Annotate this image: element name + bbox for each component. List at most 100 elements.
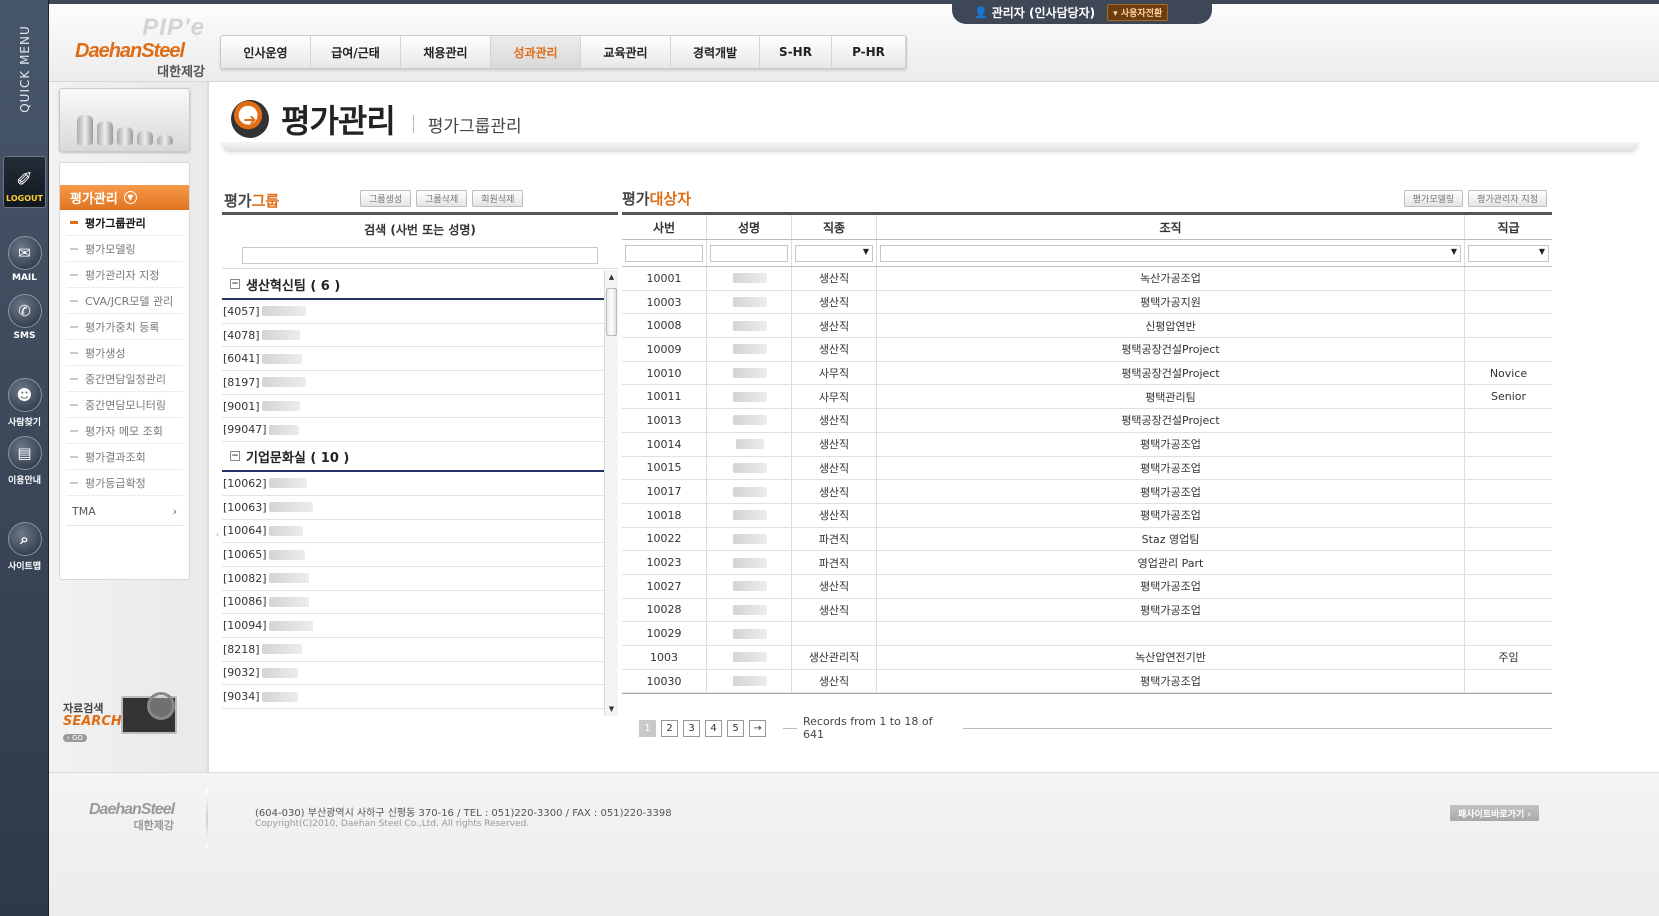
lnb-item[interactable]: CVA/JCR모델 관리: [66, 288, 183, 314]
group-member-item[interactable]: [6041]: [222, 347, 604, 372]
collapse-icon[interactable]: −: [230, 451, 240, 462]
group-member-item[interactable]: [4078]: [222, 324, 604, 348]
lnb-item[interactable]: 평가생성: [66, 340, 183, 366]
group-member-item[interactable]: [8197]: [222, 371, 604, 395]
group-member-item[interactable]: [10062]: [222, 472, 604, 496]
group-member-item[interactable]: [10063]: [222, 496, 604, 520]
filter-org-select[interactable]: [880, 244, 1461, 262]
group-member-item[interactable]: [10094]: [222, 614, 604, 638]
lnb-item[interactable]: 평가모델링: [66, 236, 183, 262]
family-site-button[interactable]: 패사이트바로가기 ›: [1450, 805, 1540, 821]
table-row[interactable]: 10028 생산직 평택가공조업: [622, 598, 1552, 623]
group-action-button[interactable]: 그룹삭제: [416, 190, 468, 207]
group-member-item[interactable]: [9001]: [222, 395, 604, 419]
table-row[interactable]: 10009 생산직 평택공장건설Project: [622, 338, 1552, 362]
gnb-item[interactable]: 경력개발: [671, 36, 760, 68]
table-row[interactable]: 10008 생산직 신평압연반: [622, 314, 1552, 339]
lnb-item-label: 평가가중치 등록: [85, 320, 160, 334]
group-member-item[interactable]: [10064]: [222, 520, 604, 544]
filter-id-input[interactable]: [625, 244, 703, 262]
table-row[interactable]: 1003 생산관리직 녹산압연전기반 주임: [622, 646, 1552, 670]
target-action-button[interactable]: 평가모델링: [1403, 190, 1464, 207]
quick-guide-button[interactable]: ▤ 이용안내: [4, 436, 45, 494]
page-button[interactable]: 2: [661, 719, 678, 737]
filter-grade-select[interactable]: [1468, 244, 1549, 262]
group-member-item[interactable]: [8218]: [222, 638, 604, 662]
scroll-up-icon[interactable]: ▲: [605, 270, 618, 284]
group-search-input[interactable]: [242, 247, 598, 264]
group-member-item[interactable]: [9032]: [222, 662, 604, 686]
quick-mail-button[interactable]: ✉ MAIL: [4, 236, 45, 294]
table-row[interactable]: 10011 사무직 평택관리팀 Senior: [622, 385, 1552, 410]
group-action-button[interactable]: 그룹생성: [360, 190, 412, 207]
quick-menu: QUICK MENU ✐ LOGOUT ✉ MAIL ✆ SMS ☻ 사람찾기 …: [0, 0, 49, 916]
table-row[interactable]: 10001 생산직 녹산가공조업: [622, 267, 1552, 291]
group-header[interactable]: − 생산혁신팀 ( 6 ): [222, 270, 604, 300]
table-row[interactable]: 10018 생산직 평택가공조업: [622, 503, 1552, 528]
gnb-item[interactable]: 성과관리: [491, 36, 581, 68]
group-list-scrollbar[interactable]: ▲ ▼: [604, 270, 618, 716]
table-row[interactable]: 10003 생산직 평택가공지원: [622, 290, 1552, 315]
page-button[interactable]: 1: [639, 719, 656, 737]
table-row[interactable]: 10014 생산직 평택가공조업: [622, 432, 1552, 457]
page-title: 평가관리: [281, 102, 396, 140]
lnb-item[interactable]: 평가결과조회: [66, 444, 183, 470]
group-member-item[interactable]: [10086]: [222, 591, 604, 615]
lnb-item[interactable]: 평가그룹관리: [66, 210, 183, 236]
quick-sms-button[interactable]: ✆ SMS: [4, 294, 45, 352]
group-member-item[interactable]: [99047]: [222, 418, 604, 443]
table-row[interactable]: 10010 사무직 평택공장건설Project Novice: [622, 361, 1552, 386]
column-header[interactable]: 직급: [1465, 215, 1552, 239]
page-button[interactable]: 5: [727, 719, 744, 737]
logo[interactable]: PIP'e DaehanSteel 대한제강: [75, 14, 205, 80]
table-row[interactable]: 10023 파견직 영업관리 Part: [622, 551, 1552, 575]
target-action-button[interactable]: 평가관리자 지정: [1468, 190, 1547, 207]
table-row[interactable]: 10030 생산직 평택가공조업: [622, 669, 1552, 694]
lnb-item[interactable]: 평가관리자 지정: [66, 262, 183, 288]
table-row[interactable]: 10013 생산직 평택공장건설Project: [622, 409, 1552, 433]
table-row[interactable]: 10027 생산직 평택가공조업: [622, 574, 1552, 599]
quick-people-button[interactable]: ☻ 사람찾기: [4, 378, 45, 436]
lnb-item[interactable]: 평가등급확정: [66, 470, 183, 496]
gnb-item[interactable]: 인사운영: [221, 36, 311, 68]
scroll-thumb[interactable]: [606, 288, 617, 336]
gnb-item[interactable]: 채용관리: [401, 36, 491, 68]
column-header[interactable]: 조직: [877, 215, 1465, 239]
gnb-item[interactable]: S-HR: [760, 36, 832, 68]
group-action-button[interactable]: 회원삭제: [472, 190, 524, 207]
table-row[interactable]: 10015 생산직 평택가공조업: [622, 456, 1552, 481]
filter-name-input[interactable]: [710, 244, 788, 262]
next-page-button[interactable]: →: [749, 719, 766, 737]
group-member-item[interactable]: [10082]: [222, 567, 604, 591]
column-header[interactable]: 사번: [622, 215, 707, 239]
table-row[interactable]: 10017 생산직 평택가공조업: [622, 480, 1552, 504]
lnb-item[interactable]: 평가가중치 등록: [66, 314, 183, 340]
gnb-item[interactable]: 급여/근태: [311, 36, 401, 68]
collapse-icon[interactable]: −: [230, 279, 240, 289]
lnb-item[interactable]: 중간면담모니터링: [66, 392, 183, 418]
page-button[interactable]: 4: [705, 719, 722, 737]
search-banner[interactable]: 자료검색 SEARCH › GO: [59, 692, 199, 752]
quick-sitemap-button[interactable]: ⌕ 사이트맵: [4, 522, 45, 580]
table-row[interactable]: 10029: [622, 622, 1552, 646]
lnb-item[interactable]: 중간면담일정관리: [66, 366, 183, 392]
mail-icon: ✉: [7, 236, 42, 270]
panel-splitter[interactable]: ‹: [216, 530, 222, 544]
lnb-title[interactable]: 평가관리 ▼: [60, 185, 189, 210]
gnb-item[interactable]: 교육관리: [581, 36, 671, 68]
group-header[interactable]: − 기업문화실 ( 10 ): [222, 442, 604, 473]
column-header[interactable]: 성명: [707, 215, 792, 239]
group-member-item[interactable]: [4057]: [222, 300, 604, 324]
column-header[interactable]: 직종: [792, 215, 877, 239]
group-member-item[interactable]: [10065]: [222, 543, 604, 567]
page-button[interactable]: 3: [683, 719, 700, 737]
logout-button[interactable]: ✐ LOGOUT: [3, 156, 46, 208]
group-member-item[interactable]: [9034]: [222, 685, 604, 709]
user-switch-button[interactable]: ▾ 사용자전환: [1107, 3, 1169, 21]
scroll-down-icon[interactable]: ▼: [605, 702, 618, 716]
filter-type-select[interactable]: [795, 244, 873, 262]
gnb-item[interactable]: P-HR: [832, 36, 906, 68]
lnb-item[interactable]: 평가자 메모 조회: [66, 418, 183, 444]
table-row[interactable]: 10022 파견직 Staz 영업팀: [622, 527, 1552, 552]
lnb-item-tma[interactable]: TMA ›: [66, 498, 183, 526]
